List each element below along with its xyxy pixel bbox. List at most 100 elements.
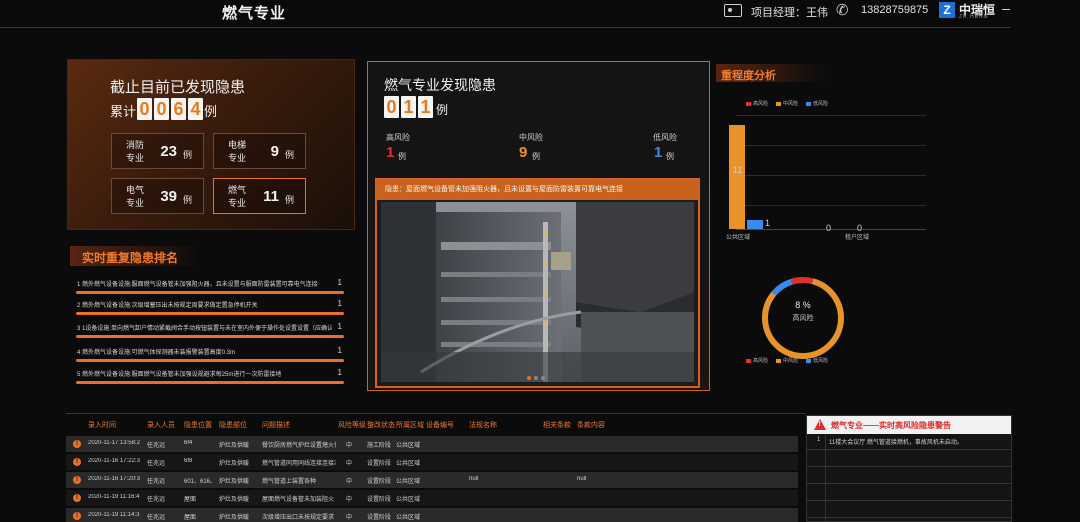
ranking-item[interactable]: 2 燃外燃气设备设施:次级增塞压出未按规定周要求做定置急停机开关 1: [72, 297, 344, 315]
counter-digit: 0: [137, 98, 152, 120]
carousel-dot[interactable]: [534, 376, 538, 380]
table-cell-part: 炉灶及供暖: [219, 443, 250, 449]
ranking-item[interactable]: 4 燃外燃气设备设施:可燃气体探测器未装报警装置高度0.3m 1: [72, 344, 344, 362]
table-cell-status: 设置阶段: [367, 497, 392, 503]
low-risk-count: 1: [654, 144, 663, 161]
table-cell-time: 2020-11-17 13:58:2: [88, 440, 140, 446]
ranking-item-bar: [76, 359, 344, 362]
table-header-cell: 整改状态: [367, 422, 395, 429]
table-cell-person: 任兆远: [147, 479, 166, 485]
carousel-dot[interactable]: [527, 376, 531, 380]
table-cell-time: 2020-11-16 17:22:3: [88, 458, 140, 464]
bar-0-2[interactable]: [747, 219, 763, 229]
counter-digit: 0: [384, 96, 399, 118]
category-unit: 例: [182, 150, 192, 160]
table-row[interactable]: ! 2020-11-19 11:14:3 任兆远 屋面 炉灶及供暖 次级增压出口未按规定要…: [66, 508, 798, 522]
alert-title: 燃气专业——实时高风险隐患警告: [831, 421, 951, 430]
table-cell-desc: 屋面燃气设备管未加装阻火: [262, 497, 335, 503]
legend-label: 低风险: [813, 101, 829, 107]
carousel-dots: [527, 376, 545, 380]
ranking-item[interactable]: 3 1设备设施:单向燃气卸户情动紧截阀合手动按钮装置与未在室内外便于操作处设置设…: [72, 320, 344, 338]
total-counter: 0 0 6 4: [137, 98, 203, 120]
ranking-item[interactable]: 5 燃外燃气设备设施:服面燃气设备管未加强设规避求每25m进行一次防雷接地 1: [72, 366, 344, 384]
table-cell-area: 公共区域: [396, 497, 421, 503]
carousel-dot[interactable]: [541, 376, 545, 380]
table-cell-level: 中: [346, 515, 353, 521]
category-count: 11: [263, 188, 279, 205]
category-electrical[interactable]: 电气专业 39 例: [111, 178, 204, 214]
table-cell-person: 任兆远: [147, 461, 166, 467]
ranking-item-count: 1: [337, 322, 342, 331]
ranking-item-text: 2 燃外燃气设备设施:次级增塞压出未按规定周要求做定置急停机开关: [77, 303, 258, 309]
table-cell-area: 公共区域: [396, 479, 421, 485]
ranking-title: 实时重复隐患排名: [82, 251, 179, 265]
table-cell-part: 炉灶及供暖: [219, 479, 250, 485]
donut-label: 高风险: [792, 315, 814, 322]
table-cell-status: 设置阶段: [367, 479, 392, 485]
phone-icon: ✆: [836, 2, 849, 19]
high-risk-count: 1: [386, 144, 395, 161]
counter-digit: 1: [401, 96, 416, 118]
table-cell-person: 任兆远: [147, 443, 166, 449]
table-cell-time: 2020-11-19 11:14:3: [88, 512, 140, 518]
ranking-item[interactable]: 1 燃外燃气设备设施:服面燃气设备管未加强阻火器，且未设置与服面防雷装置可靠电气…: [72, 276, 344, 294]
summary-title: 截止目前已发现隐患: [110, 79, 246, 96]
table-header-cell: 问题描述: [262, 422, 290, 429]
table-header-cell: 录入时间: [88, 422, 116, 429]
counter-digit: 4: [188, 98, 203, 120]
legend-label: 中风险: [783, 358, 799, 364]
header-divider: [0, 27, 1010, 28]
counter-digit: 0: [154, 98, 169, 120]
high-risk-label: 高风险: [386, 133, 410, 142]
category-elevator[interactable]: 电梯专业 9 例: [213, 133, 306, 169]
page-title: 燃气专业: [222, 5, 287, 22]
table-row[interactable]: ! 2020-11-16 17:22:3 任兆远 6f8 炉灶及供暖 燃气管道同用同线连接…: [66, 454, 798, 470]
row-warning-icon: !: [73, 440, 81, 448]
table-cell-level: 中: [346, 479, 353, 485]
table-cell-status: 设置阶段: [367, 461, 392, 467]
counter-digit: 6: [171, 98, 186, 120]
table-header-cell: 隐患位置: [184, 422, 212, 429]
legend-item-low: 低风险: [806, 357, 828, 364]
legend-label: 中风险: [783, 101, 799, 107]
alert-row[interactable]: 1 11楼大会议厅 燃气管道接燃机，事故风机未启动。: [807, 434, 1011, 450]
table-cell-part: 炉灶及供暖: [219, 515, 250, 521]
alert-row-text: 11楼大会议厅 燃气管道接燃机，事故风机未启动。: [829, 440, 963, 446]
table-header-cell: 相关条款: [543, 422, 571, 429]
table-cell-person: 任兆远: [147, 515, 166, 521]
minimize-icon[interactable]: [1002, 9, 1010, 10]
x-label-public: 公共区域: [726, 235, 751, 241]
medium-risk-label: 中风险: [519, 133, 543, 142]
table-top-border: [66, 413, 806, 414]
counter-digit: 1: [418, 96, 433, 118]
table-header-cell: 设备编号: [426, 422, 454, 429]
chart-gridline: [736, 205, 926, 206]
category-unit: 例: [284, 195, 294, 205]
table-cell-part: 炉灶及供暖: [219, 461, 250, 467]
table-row[interactable]: ! 2020-11-17 13:58:2 任兆远 6f4 炉灶及供暖 餐饮厨房燃气炉灶设置…: [66, 436, 798, 452]
category-fire[interactable]: 消防专业 23 例: [111, 133, 204, 169]
medium-risk-unit: 例: [532, 152, 540, 161]
category-name: 消防专业: [126, 140, 145, 163]
row-warning-icon: !: [73, 458, 81, 466]
table-cell-time: 2020-11-19 11:16:4: [88, 494, 140, 500]
project-manager-label: 项目经理：王伟: [751, 7, 828, 19]
company-logo-icon: Z: [939, 2, 955, 18]
table-cell-desc: 燃气管道上装置各种: [262, 479, 317, 485]
x-label-tenant: 租户区域: [845, 235, 870, 241]
phone-number: 13828759875: [861, 4, 929, 16]
row-warning-icon: !: [73, 494, 81, 502]
table-row[interactable]: ! 2020-11-19 11:16:4 任兆远 屋面 炉灶及供暖 屋面燃气设备管未加装阻…: [66, 490, 798, 506]
hazard-photo-carousel[interactable]: 隐患：屋面燃气设备管未加强阻火器，且未设置与屋面防雷装置可靠电气连接: [375, 178, 700, 388]
table-cell-status: 施工阶段: [367, 443, 392, 449]
table-row[interactable]: ! 2020-11-16 17:20:3 任兆远 601、616、68炉灶及供暖 燃气管…: [66, 472, 798, 488]
table-cell-law: null: [469, 476, 479, 482]
category-gas[interactable]: 燃气专业 11 例: [213, 178, 306, 214]
chart-gridline: [736, 175, 926, 176]
legend-item-medium: 中风险: [776, 100, 798, 107]
bar-0-1[interactable]: [729, 124, 745, 229]
table-cell-area: 公共区域: [396, 443, 421, 449]
legend-item-low: 低风险: [806, 100, 828, 107]
row-warning-icon: !: [73, 476, 81, 484]
legend-item-high: 高风险: [746, 357, 768, 364]
